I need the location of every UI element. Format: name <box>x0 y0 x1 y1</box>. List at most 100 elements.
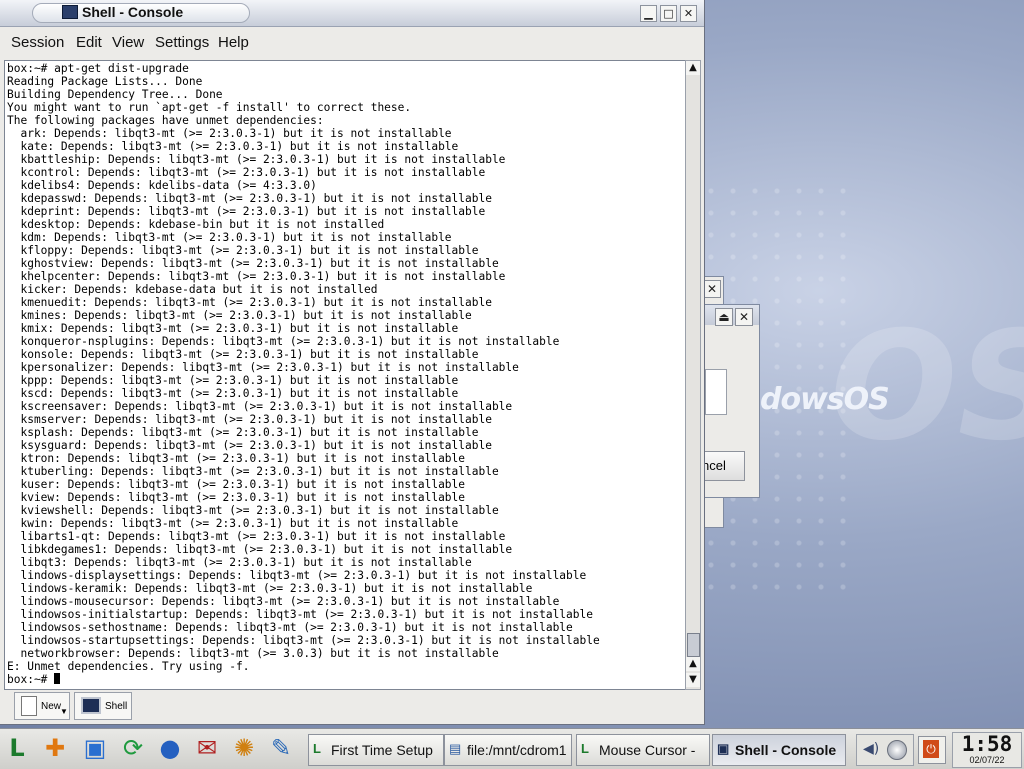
task-label: Shell - Console <box>735 742 837 758</box>
runner-icon[interactable]: ⟳ <box>118 733 148 763</box>
pencil-icon[interactable]: ✎ <box>266 733 296 763</box>
monitor-icon: ▣ <box>717 741 730 756</box>
terminal-lines: box:~# apt-get dist-upgrade Reading Pack… <box>5 61 685 686</box>
terminal-line: lindowsos-sethostname: Depends: libqt3-m… <box>7 621 573 634</box>
window-titlebar[interactable]: Shell - Console ▁ □ ✕ <box>0 0 704 27</box>
terminal-line: kview: Depends: libqt3-mt (>= 2:3.0.3-1)… <box>7 491 466 504</box>
terminal-line: libarts1-qt: Depends: libqt3-mt (>= 2:3.… <box>7 530 506 543</box>
app-icon: L <box>313 741 321 756</box>
terminal-line: kbattleship: Depends: libqt3-mt (>= 2:3.… <box>7 153 506 166</box>
minimize-button[interactable]: ▁ <box>640 5 657 22</box>
app-icon: L <box>581 741 589 756</box>
terminal-cursor <box>54 673 61 684</box>
terminal-line: box:~# <box>7 673 55 686</box>
console-window-icon[interactable] <box>62 5 78 19</box>
task-label: First Time Setup <box>331 742 433 758</box>
taskbar: L ✚ ▣ ⟳ ● ✉ ✺ ✎ L First Time Setup ▤ fil… <box>0 728 1024 769</box>
wallpaper-logo: dowsOS <box>760 382 890 417</box>
terminal-line: kmines: Depends: libqt3-mt (>= 2:3.0.3-1… <box>7 309 472 322</box>
menu-help[interactable]: Help <box>218 34 249 51</box>
console-window[interactable]: Shell - Console ▁ □ ✕ Session Edit View … <box>0 0 705 725</box>
terminal-line: kate: Depends: libqt3-mt (>= 2:3.0.3-1) … <box>7 140 459 153</box>
menu-session[interactable]: Session <box>11 34 64 51</box>
terminal-line: networkbrowser: Depends: libqt3-mt (>= 3… <box>7 647 499 660</box>
new-tab-label: New <box>41 701 62 712</box>
mail-icon[interactable]: ✉ <box>192 733 222 763</box>
terminal-line: kcontrol: Depends: libqt3-mt (>= 2:3.0.3… <box>7 166 486 179</box>
terminal-line: kdm: Depends: libqt3-mt (>= 2:3.0.3-1) b… <box>7 231 452 244</box>
terminal-line: Reading Package Lists... Done <box>7 75 203 88</box>
terminal-line: ksplash: Depends: libqt3-mt (>= 2:3.0.3-… <box>7 426 479 439</box>
power-button[interactable]: ⏻ <box>918 736 946 764</box>
browser-globe-icon[interactable]: ● <box>155 733 185 763</box>
task-file-manager[interactable]: ▤ file:/mnt/cdrom1 <box>444 734 572 766</box>
terminal-output[interactable]: box:~# apt-get dist-upgrade Reading Pack… <box>4 60 686 690</box>
launcher-icon[interactable]: L <box>2 733 32 763</box>
terminal-line: kdepasswd: Depends: libqt3-mt (>= 2:3.0.… <box>7 192 492 205</box>
scroll-thumb[interactable] <box>687 633 700 657</box>
new-session-tab[interactable]: New ▼ <box>14 692 70 720</box>
shell-tab[interactable]: Shell <box>74 692 132 720</box>
scroll-down-arrow-icon[interactable]: ▼ <box>686 673 700 687</box>
volume-icon[interactable]: ◀) <box>863 741 879 757</box>
task-mouse-cursor[interactable]: L Mouse Cursor - <box>576 734 710 766</box>
terminal-line: kpersonalizer: Depends: libqt3-mt (>= 2:… <box>7 361 519 374</box>
terminal-line: lindowsos-initialstartup: Depends: libqt… <box>7 608 593 621</box>
task-shell-console[interactable]: ▣ Shell - Console <box>712 734 846 766</box>
terminal-line: ark: Depends: libqt3-mt (>= 2:3.0.3-1) b… <box>7 127 452 140</box>
terminal-line: Building Dependency Tree... Done <box>7 88 223 101</box>
terminal-line: lindows-mousecursor: Depends: libqt3-mt … <box>7 595 560 608</box>
dialog-field[interactable] <box>705 369 727 415</box>
terminal-line: kscd: Depends: libqt3-mt (>= 2:3.0.3-1) … <box>7 387 459 400</box>
close-icon[interactable]: ✕ <box>735 308 753 326</box>
terminal-line: ktron: Depends: libqt3-mt (>= 2:3.0.3-1)… <box>7 452 466 465</box>
maximize-button[interactable]: □ <box>660 5 677 22</box>
cancel-button-label: ncel <box>702 458 726 473</box>
terminal-line: lindows-keramik: Depends: libqt3-mt (>= … <box>7 582 533 595</box>
terminal-line: konqueror-nsplugins: Depends: libqt3-mt … <box>7 335 560 348</box>
people-icon[interactable]: ✺ <box>229 733 259 763</box>
terminal-line: lindowsos-startupsettings: Depends: libq… <box>7 634 600 647</box>
terminal-line: kghostview: Depends: libqt3-mt (>= 2:3.0… <box>7 257 499 270</box>
terminal-line: You might want to run `apt-get -f instal… <box>7 101 412 114</box>
shade-icon[interactable]: ⏏ <box>715 308 733 326</box>
menu-settings[interactable]: Settings <box>155 34 209 51</box>
task-first-time-setup[interactable]: L First Time Setup <box>308 734 444 766</box>
terminal-line: khelpcenter: Depends: libqt3-mt (>= 2:3.… <box>7 270 506 283</box>
terminal-line: kuser: Depends: libqt3-mt (>= 2:3.0.3-1)… <box>7 478 466 491</box>
terminal-line: box:~# apt-get dist-upgrade <box>7 62 189 75</box>
clock[interactable]: 1:58 02/07/22 <box>952 732 1022 768</box>
monitor-icon <box>81 697 101 714</box>
terminal-line: kdeprint: Depends: libqt3-mt (>= 2:3.0.3… <box>7 205 486 218</box>
clock-time: 1:58 <box>961 732 1013 756</box>
window-title: Shell - Console <box>82 4 184 20</box>
scroll-up-arrow-icon[interactable]: ▲ <box>686 61 700 75</box>
cancel-button[interactable]: ncel <box>701 451 745 481</box>
task-label: Mouse Cursor - <box>599 742 696 758</box>
vertical-scrollbar[interactable]: ▲ ▲ ▼ <box>685 60 701 690</box>
terminal-line: kmenuedit: Depends: libqt3-mt (>= 2:3.0.… <box>7 296 492 309</box>
power-icon: ⏻ <box>923 740 939 758</box>
scroll-up-arrow-icon-lower[interactable]: ▲ <box>686 657 700 671</box>
close-button[interactable]: ✕ <box>680 5 697 22</box>
lifesaver-icon[interactable]: ✚ <box>40 733 70 763</box>
menu-edit[interactable]: Edit <box>76 34 102 51</box>
console-tabbar: New ▼ Shell <box>4 690 700 720</box>
terminal-line: libkdegames1: Depends: libqt3-mt (>= 2:3… <box>7 543 513 556</box>
menu-view[interactable]: View <box>112 34 144 51</box>
background-dialog[interactable]: ⏏ ✕ ncel <box>700 304 760 498</box>
dropdown-arrow-icon[interactable]: ▼ <box>60 707 68 716</box>
shell-tab-label: Shell <box>105 701 128 712</box>
system-tray: ◀) <box>856 734 914 766</box>
folder-icon: ▤ <box>449 741 462 756</box>
close-icon[interactable]: ✕ <box>703 280 721 298</box>
warehouse-icon[interactable]: ▣ <box>80 733 110 763</box>
terminal-line: kppp: Depends: libqt3-mt (>= 2:3.0.3-1) … <box>7 374 459 387</box>
terminal-line: kfloppy: Depends: libqt3-mt (>= 2:3.0.3-… <box>7 244 479 257</box>
terminal-line: kmix: Depends: libqt3-mt (>= 2:3.0.3-1) … <box>7 322 459 335</box>
task-label: file:/mnt/cdrom1 <box>467 742 567 758</box>
new-doc-icon <box>21 696 37 716</box>
settings-tray-icon[interactable] <box>887 740 907 760</box>
terminal-line: ksysguard: Depends: libqt3-mt (>= 2:3.0.… <box>7 439 492 452</box>
terminal-line: libqt3: Depends: libqt3-mt (>= 2:3.0.3-1… <box>7 556 472 569</box>
